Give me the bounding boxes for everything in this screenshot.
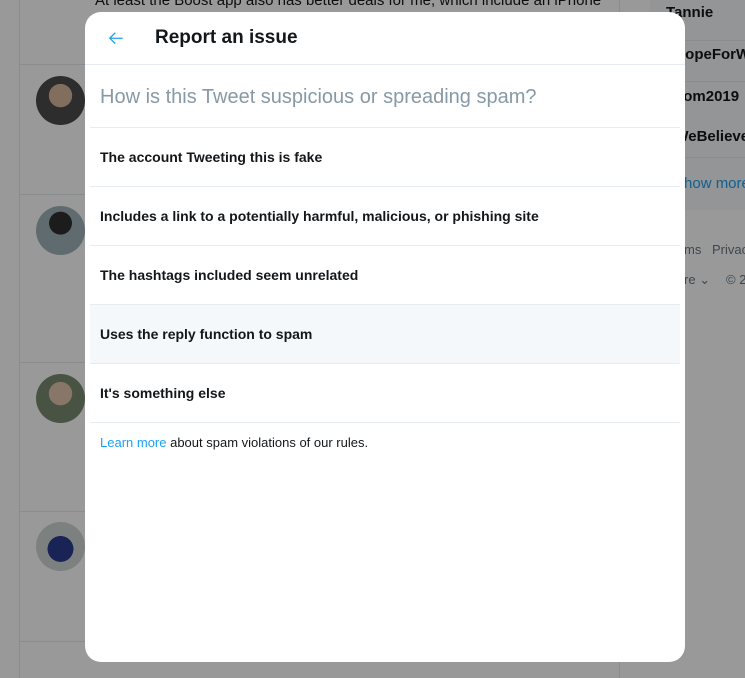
report-options-list: The account Tweeting this is fake Includ… <box>90 127 680 423</box>
back-button[interactable] <box>100 22 132 54</box>
option-label: Includes a link to a potentially harmful… <box>100 208 539 224</box>
option-harmful-link[interactable]: Includes a link to a potentially harmful… <box>90 186 680 245</box>
option-label: Uses the reply function to spam <box>100 326 313 342</box>
option-something-else[interactable]: It's something else <box>90 363 680 423</box>
arrow-left-icon <box>108 32 123 45</box>
option-unrelated-hashtags[interactable]: The hashtags included seem unrelated <box>90 245 680 304</box>
dialog-title: Report an issue <box>155 27 298 48</box>
option-label: The hashtags included seem unrelated <box>100 267 359 283</box>
option-fake-account[interactable]: The account Tweeting this is fake <box>90 127 680 186</box>
report-question: How is this Tweet suspicious or spreadin… <box>100 86 537 108</box>
learn-more-link[interactable]: Learn more <box>100 435 166 450</box>
rules-footnote: Learn more about spam violations of our … <box>100 435 368 450</box>
option-label: It's something else <box>100 385 226 401</box>
option-label: The account Tweeting this is fake <box>100 149 323 165</box>
report-dialog: Report an issue How is this Tweet suspic… <box>85 12 685 662</box>
option-reply-spam[interactable]: Uses the reply function to spam <box>90 304 680 363</box>
dialog-header: Report an issue <box>85 12 685 65</box>
footnote-text: about spam violations of our rules. <box>166 435 369 450</box>
